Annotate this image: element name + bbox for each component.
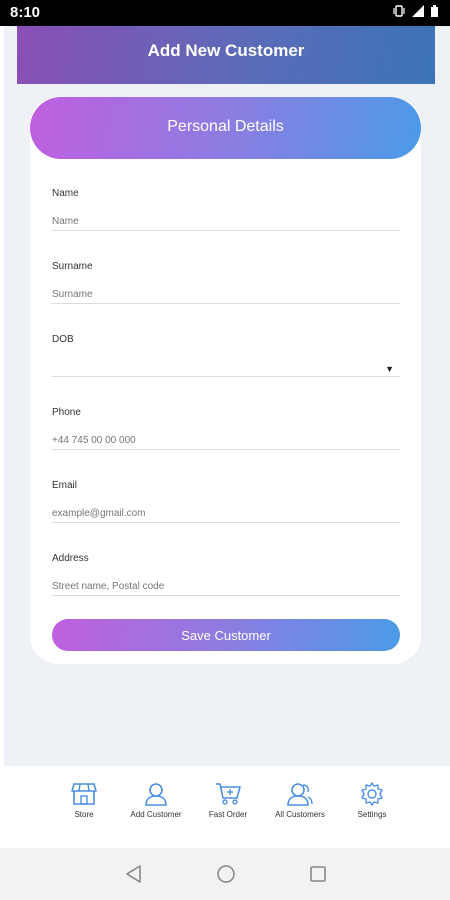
phone-input[interactable] — [52, 424, 400, 450]
nav-label-fast-order: Fast Order — [208, 810, 248, 819]
nav-item-all-customers[interactable]: All Customers — [260, 782, 340, 819]
name-label: Name — [52, 188, 79, 199]
dropdown-arrow-icon[interactable]: ▼ — [385, 364, 394, 374]
left-edge-strip — [0, 26, 4, 766]
battery-icon — [431, 5, 438, 17]
status-icons — [393, 5, 438, 17]
email-label: Email — [52, 480, 78, 491]
nav-label-settings: Settings — [357, 810, 387, 819]
surname-field: Surname — [52, 261, 400, 319]
bottom-nav: Store Add Customer Fast Order All Custom… — [0, 766, 450, 848]
address-label: Address — [52, 553, 89, 564]
surname-label: Surname — [52, 261, 93, 272]
card-header: Personal Details — [30, 97, 421, 159]
nav-item-store[interactable]: Store — [44, 782, 124, 819]
personal-details-card: Personal Details Name Surname DOB ▼ Phon… — [30, 97, 421, 664]
email-input[interactable] — [52, 497, 400, 523]
nav-item-add-customer[interactable]: Add Customer — [116, 782, 196, 819]
save-customer-button[interactable]: Save Customer — [52, 619, 400, 651]
signal-icon — [412, 5, 424, 17]
address-field: Address — [52, 553, 400, 611]
customers-icon — [287, 783, 313, 806]
nav-item-fast-order[interactable]: Fast Order — [188, 782, 268, 819]
system-nav-bar — [0, 848, 450, 900]
card-title: Personal Details — [167, 118, 284, 135]
address-input[interactable] — [52, 570, 400, 596]
dob-select[interactable] — [52, 351, 400, 377]
app-header: Add New Customer — [17, 26, 435, 84]
phone-field: Phone — [52, 407, 400, 465]
name-input[interactable] — [52, 205, 400, 231]
status-time: 8:10 — [10, 4, 41, 21]
store-icon — [71, 783, 97, 805]
dob-field: DOB ▼ — [52, 334, 400, 392]
nav-label-add-customer: Add Customer — [130, 810, 182, 819]
phone-label: Phone — [52, 407, 81, 418]
nav-label-all-customers: All Customers — [275, 810, 325, 819]
cart-icon — [216, 783, 241, 805]
add-customer-icon — [145, 783, 167, 806]
nav-item-settings[interactable]: Settings — [332, 782, 412, 819]
surname-input[interactable] — [52, 278, 400, 304]
vibrate-icon — [393, 5, 405, 17]
status-bar: 8:10 — [0, 0, 450, 26]
page-title: Add New Customer — [147, 41, 305, 60]
email-field: Email — [52, 480, 400, 538]
nav-label-store: Store — [74, 810, 94, 819]
name-field: Name — [52, 188, 400, 246]
recents-icon[interactable] — [309, 864, 327, 884]
dob-label: DOB — [52, 334, 74, 345]
gear-icon — [361, 782, 383, 806]
back-icon[interactable] — [125, 864, 143, 884]
home-icon[interactable] — [216, 864, 236, 884]
